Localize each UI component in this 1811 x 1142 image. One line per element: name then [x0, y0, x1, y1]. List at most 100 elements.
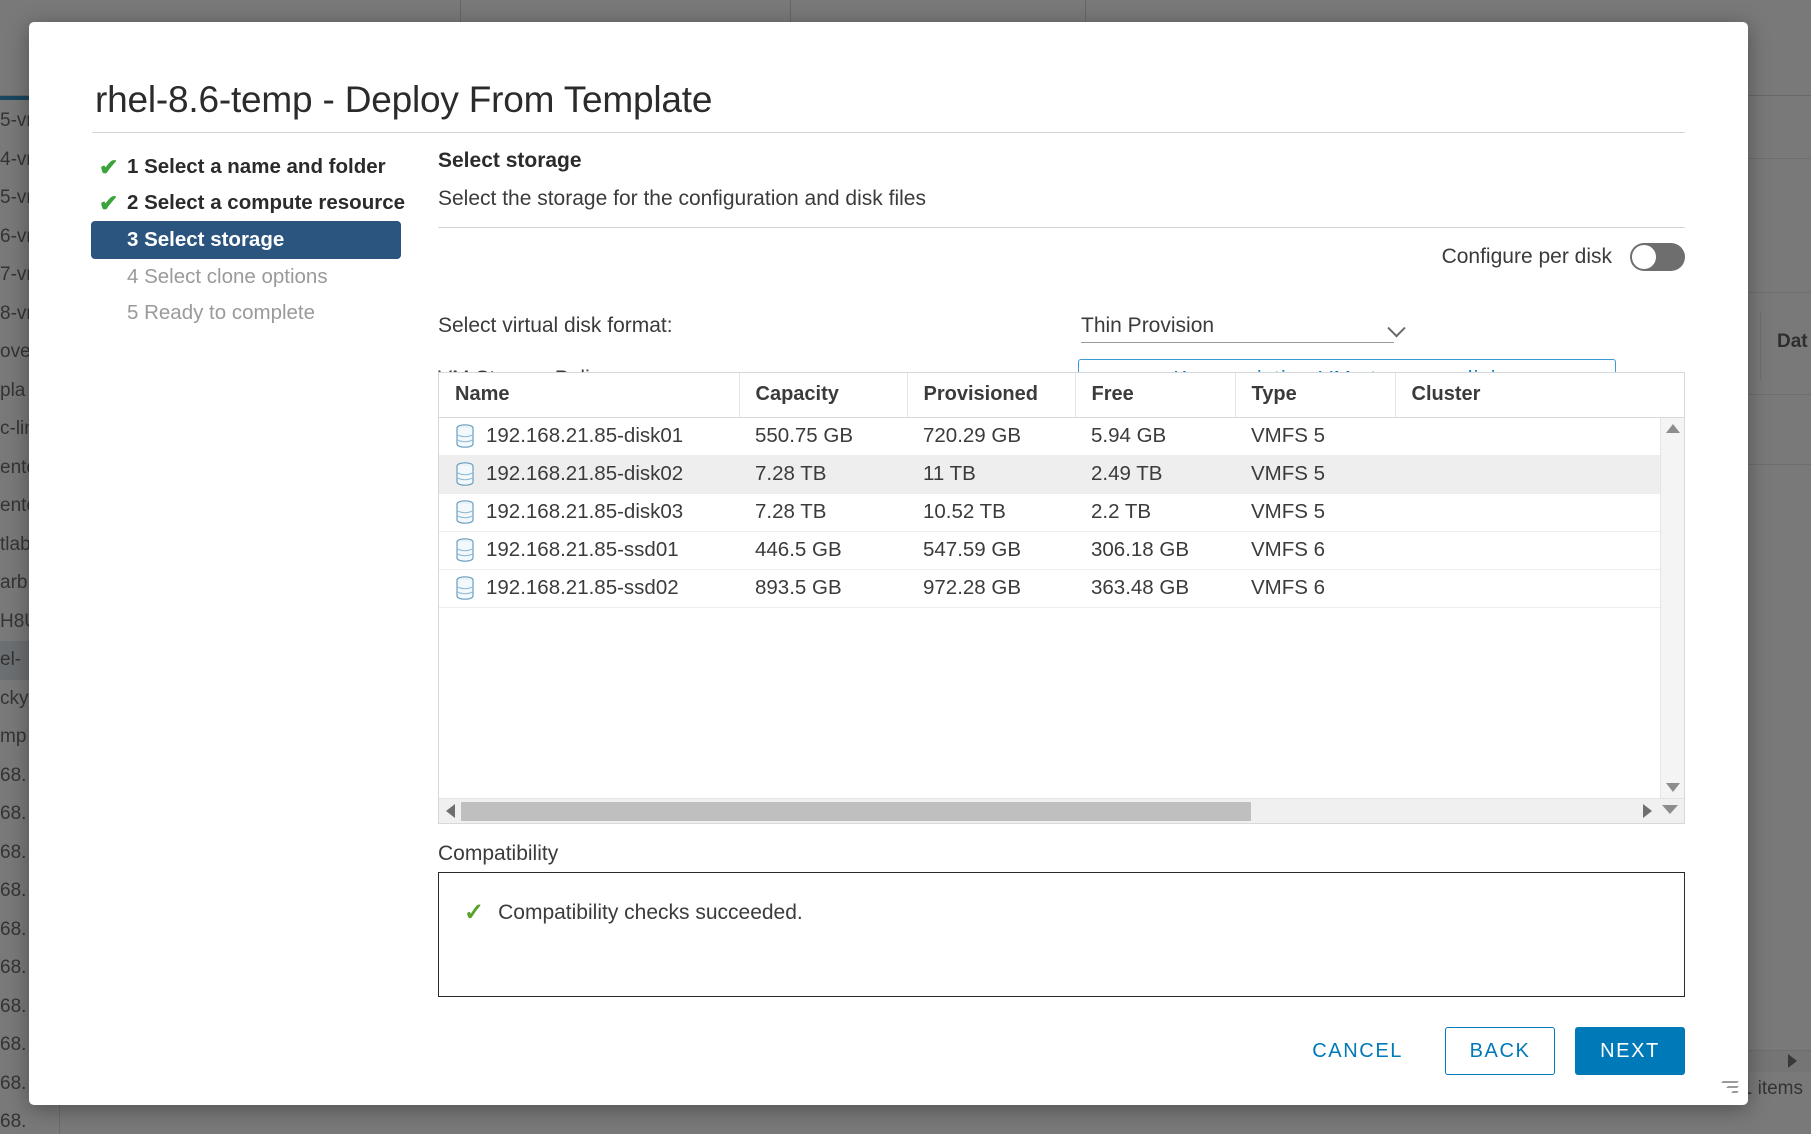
wizard-step-label: 2 Select a compute resource	[127, 191, 405, 214]
check-icon: ✔	[99, 185, 121, 221]
configure-per-disk-row: Configure per disk	[1442, 243, 1685, 271]
datastore-name-cell: 192.168.21.85-ssd02	[439, 569, 739, 607]
column-header-free[interactable]: Free	[1075, 373, 1235, 417]
datastore-icon	[455, 576, 475, 600]
configure-per-disk-toggle[interactable]	[1630, 243, 1685, 271]
column-header-provisioned[interactable]: Provisioned	[907, 373, 1075, 417]
datastore-type-cell: VMFS 6	[1235, 569, 1395, 607]
datastore-name: 192.168.21.85-disk03	[486, 500, 683, 524]
configure-per-disk-label: Configure per disk	[1442, 245, 1612, 269]
datastore-type-cell: VMFS 6	[1235, 531, 1395, 569]
wizard-step-5[interactable]: 5 Ready to complete	[91, 295, 411, 331]
datastore-icon	[455, 424, 475, 448]
scroll-up-arrow[interactable]	[1666, 424, 1680, 433]
datastore-icon	[455, 500, 475, 524]
datastore-table: NameCapacityProvisionedFreeTypeCluster 1…	[438, 372, 1685, 824]
datastore-capacity-cell: 7.28 TB	[739, 455, 907, 493]
next-button[interactable]: NEXT	[1575, 1027, 1685, 1075]
wizard-step-1[interactable]: ✔ 1 Select a name and folder	[91, 149, 411, 185]
datastore-type-cell: VMFS 5	[1235, 417, 1395, 455]
table-row[interactable]: 192.168.21.85-ssd02 893.5 GB972.28 GB363.…	[439, 569, 1684, 607]
datastore-free-cell: 363.48 GB	[1075, 569, 1235, 607]
datastore-name: 192.168.21.85-disk02	[486, 462, 683, 486]
datastore-capacity-cell: 893.5 GB	[739, 569, 907, 607]
datastore-provisioned-cell: 11 TB	[907, 455, 1075, 493]
check-icon: ✔	[99, 149, 121, 185]
datastore-name: 192.168.21.85-ssd02	[486, 576, 679, 600]
disk-format-label: Select virtual disk format:	[438, 314, 673, 338]
compatibility-message: Compatibility checks succeeded.	[498, 901, 803, 925]
scroll-down-corner-arrow[interactable]	[1662, 805, 1678, 814]
scroll-right-arrow[interactable]	[1643, 804, 1652, 818]
table-row[interactable]: 192.168.21.85-disk03 7.28 TB10.52 TB2.2 T…	[439, 493, 1684, 531]
datastore-provisioned-cell: 972.28 GB	[907, 569, 1075, 607]
datastore-provisioned-cell: 547.59 GB	[907, 531, 1075, 569]
resize-handle[interactable]	[1720, 1078, 1738, 1096]
table-vertical-scrollbar[interactable]	[1660, 418, 1684, 798]
table-header-row: NameCapacityProvisionedFreeTypeCluster	[439, 373, 1684, 417]
datastore-free-cell: 5.94 GB	[1075, 417, 1235, 455]
section-divider	[438, 227, 1685, 228]
datastore-name-cell: 192.168.21.85-ssd01	[439, 531, 739, 569]
compatibility-panel: ✓ Compatibility checks succeeded.	[438, 872, 1685, 997]
datastore-type-cell: VMFS 5	[1235, 455, 1395, 493]
datastore-free-cell: 306.18 GB	[1075, 531, 1235, 569]
datastore-capacity-cell: 550.75 GB	[739, 417, 907, 455]
datastore-provisioned-cell: 720.29 GB	[907, 417, 1075, 455]
datastore-name: 192.168.21.85-disk01	[486, 424, 683, 448]
datastore-cluster-cell	[1395, 493, 1684, 531]
wizard-step-3[interactable]: 3 Select storage	[91, 221, 401, 259]
check-icon: ✓	[464, 898, 484, 927]
table-row[interactable]: 192.168.21.85-disk01 550.75 GB720.29 GB5.…	[439, 417, 1684, 455]
wizard-step-label: 3 Select storage	[127, 228, 284, 251]
disk-format-row: Select virtual disk format: Thin Provisi…	[438, 309, 1685, 343]
step-content: Select storage Select the storage for th…	[438, 149, 1685, 228]
disk-format-select[interactable]: Thin Provision	[1081, 309, 1394, 343]
datastore-provisioned-cell: 10.52 TB	[907, 493, 1075, 531]
datastore-cluster-cell	[1395, 417, 1684, 455]
table-horizontal-scrollbar[interactable]	[439, 798, 1684, 823]
wizard-step-2[interactable]: ✔ 2 Select a compute resource	[91, 185, 411, 221]
datastore-capacity-cell: 446.5 GB	[739, 531, 907, 569]
section-subheading: Select the storage for the configuration…	[438, 187, 1685, 211]
column-header-capacity[interactable]: Capacity	[739, 373, 907, 417]
datastore-cluster-cell	[1395, 455, 1684, 493]
datastore-cluster-cell	[1395, 569, 1684, 607]
datastore-grid: NameCapacityProvisionedFreeTypeCluster 1…	[439, 373, 1684, 608]
datastore-type-cell: VMFS 5	[1235, 493, 1395, 531]
datastore-name-cell: 192.168.21.85-disk02	[439, 455, 739, 493]
disk-format-value: Thin Provision	[1081, 314, 1214, 338]
deploy-from-template-dialog: rhel-8.6-temp - Deploy From Template ✔ 1 …	[29, 22, 1748, 1105]
scroll-down-arrow[interactable]	[1666, 783, 1680, 792]
title-divider	[92, 132, 1685, 133]
back-button[interactable]: BACK	[1445, 1027, 1555, 1075]
section-heading: Select storage	[438, 149, 1685, 173]
wizard-step-4[interactable]: 4 Select clone options	[91, 259, 411, 295]
datastore-capacity-cell: 7.28 TB	[739, 493, 907, 531]
datastore-name: 192.168.21.85-ssd01	[486, 538, 679, 562]
scrollbar-thumb[interactable]	[461, 802, 1251, 821]
wizard-step-label: 5 Ready to complete	[127, 301, 315, 324]
datastore-icon	[455, 538, 475, 562]
column-header-cluster[interactable]: Cluster	[1395, 373, 1684, 417]
table-row[interactable]: 192.168.21.85-ssd01 446.5 GB547.59 GB306.…	[439, 531, 1684, 569]
compatibility-label: Compatibility	[438, 842, 558, 866]
toggle-knob	[1632, 245, 1656, 269]
dialog-title: rhel-8.6-temp - Deploy From Template	[95, 79, 712, 121]
wizard-step-list: ✔ 1 Select a name and folder ✔ 2 Select a c…	[91, 149, 411, 331]
wizard-step-label: 4 Select clone options	[127, 265, 328, 288]
datastore-free-cell: 2.2 TB	[1075, 493, 1235, 531]
wizard-step-label: 1 Select a name and folder	[127, 155, 386, 178]
datastore-name-cell: 192.168.21.85-disk03	[439, 493, 739, 531]
datastore-icon	[455, 462, 475, 486]
column-header-type[interactable]: Type	[1235, 373, 1395, 417]
scroll-left-arrow[interactable]	[446, 804, 455, 818]
table-row[interactable]: 192.168.21.85-disk02 7.28 TB11 TB2.49 TBV…	[439, 455, 1684, 493]
cancel-button[interactable]: CANCEL	[1290, 1027, 1425, 1075]
compatibility-message-row: ✓ Compatibility checks succeeded.	[464, 898, 803, 927]
datastore-cluster-cell	[1395, 531, 1684, 569]
dialog-footer: CANCEL BACK NEXT	[1290, 1027, 1685, 1075]
datastore-name-cell: 192.168.21.85-disk01	[439, 417, 739, 455]
datastore-free-cell: 2.49 TB	[1075, 455, 1235, 493]
column-header-name[interactable]: Name	[439, 373, 739, 417]
